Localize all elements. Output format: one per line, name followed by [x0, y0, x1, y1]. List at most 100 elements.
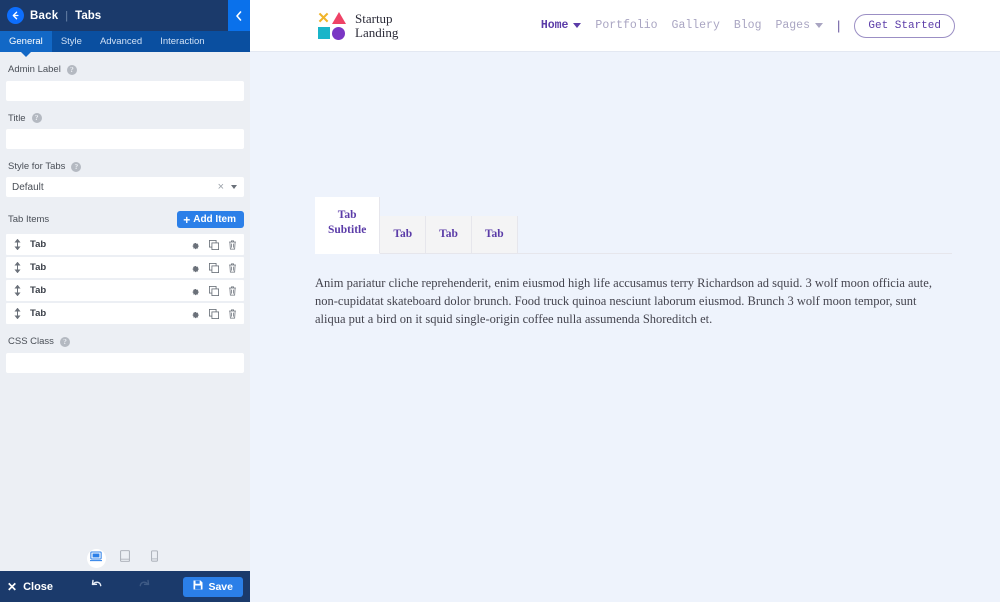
title-input[interactable] — [6, 129, 244, 149]
tab-style[interactable]: Style — [52, 31, 91, 52]
style-for-tabs-select[interactable]: Default × — [6, 177, 244, 197]
tab-advanced[interactable]: Advanced — [91, 31, 151, 52]
table-row[interactable]: Tab — [6, 234, 244, 255]
close-x-icon: ✕ — [7, 579, 18, 594]
plus-icon: + — [183, 212, 191, 227]
triangle-icon — [331, 12, 346, 24]
title-label: Title ? — [6, 113, 244, 124]
preview-tab-2[interactable]: Tab — [380, 216, 427, 254]
trash-icon[interactable] — [228, 263, 237, 273]
drag-handle-icon[interactable] — [14, 262, 21, 273]
field-css-class: CSS Class ? — [6, 336, 244, 373]
preview-tab-3-line1: Tab — [439, 228, 458, 240]
responsive-device-switcher — [0, 545, 250, 571]
nav-item-home[interactable]: Home — [541, 19, 582, 32]
device-tablet[interactable] — [116, 549, 135, 568]
undo-arrow-icon — [90, 578, 103, 596]
duplicate-icon[interactable] — [209, 285, 219, 296]
row-actions — [190, 308, 237, 319]
field-admin-label: Admin Label ? — [6, 64, 244, 101]
desktop-icon — [90, 549, 102, 567]
nav-item-blog[interactable]: Blog — [734, 19, 762, 32]
preview-tab-3[interactable]: Tab — [426, 216, 472, 254]
back-button[interactable] — [7, 7, 24, 24]
drag-handle-icon[interactable] — [14, 239, 21, 250]
nav-item-gallery[interactable]: Gallery — [672, 19, 720, 32]
tabs-module: Tab Subtitle Tab Tab Tab Anim pariatur c… — [315, 197, 952, 328]
mobile-icon — [150, 549, 158, 567]
duplicate-icon[interactable] — [209, 262, 219, 273]
css-class-input[interactable] — [6, 352, 244, 373]
canvas-body: Tab Subtitle Tab Tab Tab Anim pariatur c… — [250, 52, 1000, 602]
preview-tab-4[interactable]: Tab — [471, 216, 518, 254]
trash-icon[interactable] — [228, 240, 237, 250]
trash-icon[interactable] — [228, 309, 237, 319]
duplicate-icon[interactable] — [209, 308, 219, 319]
close-label: Close — [23, 580, 54, 593]
table-row[interactable]: Tab — [6, 280, 244, 301]
tab-item-label: Tab — [30, 285, 47, 296]
redo-arrow-icon — [138, 578, 151, 596]
tab-panel-content: Anim pariatur cliche reprehenderit, enim… — [315, 276, 932, 326]
nav-item-portfolio[interactable]: Portfolio — [595, 19, 657, 32]
question-mark-icon[interactable]: ? — [71, 161, 82, 172]
nav-item-gallery-label: Gallery — [671, 19, 720, 32]
builder-app: Back | Tabs General Style Advanced Inter… — [0, 0, 1000, 602]
style-for-tabs-label: Style for Tabs ? — [6, 161, 244, 172]
tab-interaction[interactable]: Interaction — [151, 31, 213, 52]
settings-form: Admin Label ? Title ? Style for Tabs ? D… — [0, 52, 250, 545]
admin-label-input[interactable] — [6, 80, 244, 101]
gear-icon[interactable] — [190, 309, 200, 319]
field-style-for-tabs: Style for Tabs ? Default × — [6, 161, 244, 197]
gear-icon[interactable] — [190, 286, 200, 296]
get-started-button[interactable]: Get Started — [854, 13, 955, 38]
preview-tab-4-line1: Tab — [484, 228, 504, 240]
nav-item-pages-label: Pages — [775, 19, 810, 32]
duplicate-icon[interactable] — [209, 239, 219, 250]
tab-item-label: Tab — [30, 262, 47, 273]
save-button[interactable]: Save — [183, 576, 243, 597]
table-row[interactable]: Tab — [6, 257, 244, 278]
nav-item-blog-label: Blog — [733, 19, 762, 32]
site-header: ✕ Startup Landing Home Portfolio Gallery… — [250, 0, 1000, 52]
gear-icon[interactable] — [190, 263, 200, 273]
tab-items-list: Tab Tab Tab Tab — [6, 234, 244, 324]
redo-button[interactable] — [127, 578, 161, 596]
drag-handle-icon[interactable] — [14, 285, 21, 296]
device-desktop[interactable] — [86, 548, 106, 568]
nav-divider: | — [836, 18, 841, 33]
drag-handle-icon[interactable] — [14, 308, 21, 319]
chevron-down-icon[interactable] — [231, 185, 237, 189]
question-mark-icon[interactable]: ? — [31, 113, 42, 123]
close-button[interactable]: ✕ Close — [7, 581, 53, 593]
add-item-button[interactable]: + Add Item — [177, 211, 244, 228]
gear-icon[interactable] — [190, 240, 200, 250]
question-mark-icon[interactable]: ? — [59, 336, 70, 347]
tab-general[interactable]: General — [0, 31, 52, 57]
row-actions — [190, 239, 237, 250]
preview-canvas: ✕ Startup Landing Home Portfolio Gallery… — [250, 0, 1000, 602]
question-mark-icon[interactable]: ? — [66, 64, 77, 75]
site-logo[interactable]: ✕ Startup Landing — [316, 11, 398, 41]
field-title: Title ? — [6, 113, 244, 149]
tab-items-header: Tab Items + Add Item — [6, 211, 244, 228]
table-row[interactable]: Tab — [6, 303, 244, 324]
preview-tab-1[interactable]: Tab Subtitle — [315, 197, 381, 254]
close-icon[interactable]: × — [214, 181, 228, 193]
nav-item-pages[interactable]: Pages — [775, 19, 823, 32]
device-mobile[interactable] — [145, 549, 164, 568]
row-actions — [190, 262, 237, 273]
tab-item-label: Tab — [30, 239, 47, 250]
preview-tab-2-line1: Tab — [393, 228, 413, 240]
tab-general-label: General — [9, 36, 43, 47]
preview-tab-1-line2: Subtitle — [328, 224, 367, 236]
collapse-panel-button[interactable] — [228, 0, 250, 31]
square-icon — [317, 27, 330, 39]
header-separator: | — [65, 9, 69, 22]
css-class-label: CSS Class ? — [6, 336, 244, 347]
back-label[interactable]: Back — [30, 10, 58, 22]
nav-item-portfolio-label: Portfolio — [595, 19, 658, 32]
logo-line-2: Landing — [355, 24, 399, 40]
trash-icon[interactable] — [228, 286, 237, 296]
undo-button[interactable] — [79, 578, 113, 596]
